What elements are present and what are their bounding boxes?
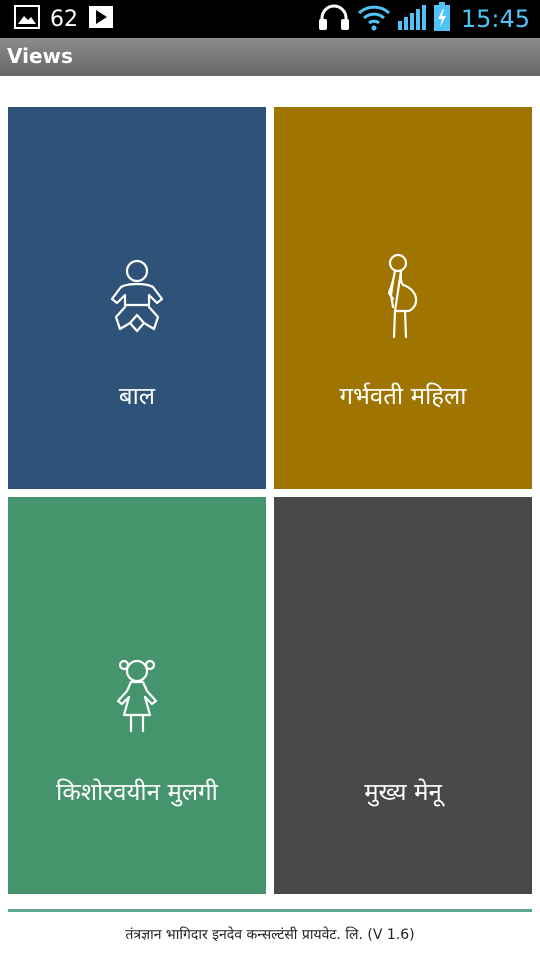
headphones-icon	[317, 3, 351, 35]
tile-pregnant-woman-label: गर्भवती महिला	[339, 382, 467, 410]
footer-credit: तंत्रज्ञान भागिदार इनदेव कन्सल्टंसी प्रा…	[125, 927, 415, 943]
play-icon	[88, 5, 114, 33]
notification-count: 62	[50, 6, 78, 32]
pregnant-woman-icon	[383, 253, 423, 345]
signal-icon	[397, 3, 427, 35]
tile-main-menu[interactable]: मुख्य मेनू	[274, 497, 532, 894]
tile-adolescent-girl-label: किशोरवयीन मुलगी	[56, 778, 218, 806]
tile-pregnant-woman[interactable]: गर्भवती महिला	[274, 107, 532, 489]
girl-icon	[112, 657, 162, 737]
wifi-icon	[357, 3, 391, 35]
tile-adolescent-girl[interactable]: किशोरवयीन मुलगी	[8, 497, 266, 894]
battery-charging-icon	[433, 2, 451, 36]
status-bar: 62 15:45	[0, 0, 540, 38]
tile-child-label: बाल	[118, 382, 156, 410]
tile-child[interactable]: बाल	[8, 107, 266, 489]
footer-divider	[8, 909, 532, 912]
action-bar: Views	[0, 38, 540, 76]
page-title: Views	[7, 44, 73, 68]
clock: 15:45	[460, 5, 530, 33]
gallery-icon	[14, 5, 40, 33]
baby-icon	[108, 259, 166, 339]
tile-main-menu-label: मुख्य मेनू	[364, 778, 442, 806]
